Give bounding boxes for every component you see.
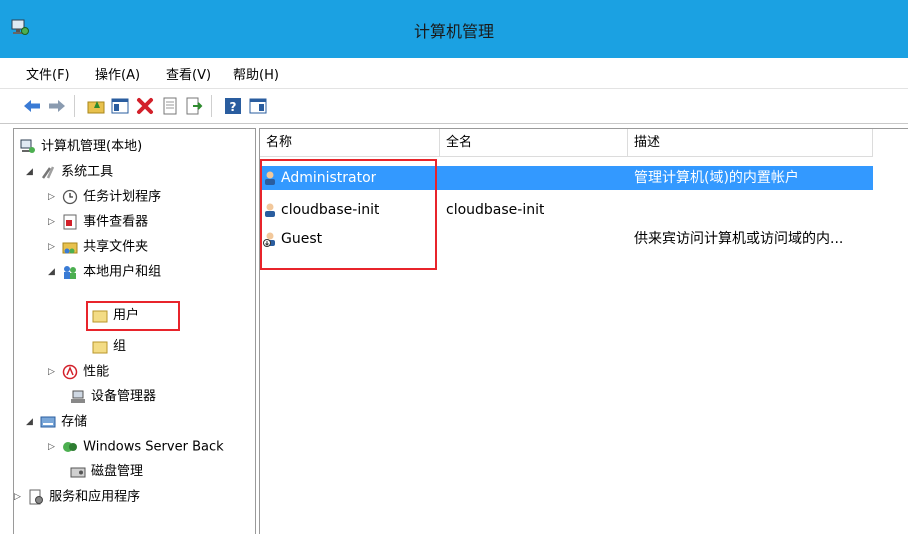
tree-item-system-tools[interactable]: ◢ 系统工具 (26, 161, 113, 183)
properties-icon[interactable] (160, 96, 180, 116)
menu-bar: 文件(F) 操作(A) 查看(V) 帮助(H) (0, 58, 908, 89)
table-row[interactable]: Guest 供来宾访问计算机或访问域的内... (260, 227, 873, 251)
clock-icon (62, 189, 78, 205)
collapse-arrow-icon[interactable]: ◢ (26, 161, 36, 183)
event-log-icon (62, 214, 78, 230)
tree-item-event-viewer[interactable]: ▷ 事件查看器 (48, 211, 148, 233)
help-icon[interactable]: ? (223, 96, 243, 116)
window-title: 计算机管理 (413, 22, 494, 41)
computer-management-icon (20, 139, 36, 155)
menu-help[interactable]: 帮助(H) (233, 64, 279, 83)
tree-item-performance[interactable]: ▷ 性能 (48, 361, 109, 383)
device-manager-icon (70, 389, 86, 405)
menu-file[interactable]: 文件(F) (26, 64, 70, 83)
expand-arrow-icon[interactable]: ▷ (48, 211, 58, 233)
backup-icon (62, 439, 78, 455)
user-full-name: cloudbase-init (446, 202, 545, 218)
tree-item-storage[interactable]: ◢ 存储 (26, 411, 87, 433)
column-header-name[interactable]: 名称 (260, 129, 440, 157)
users-group-icon (62, 264, 78, 280)
user-description: 供来宾访问计算机或访问域的内... (634, 231, 844, 247)
user-list: 名称 全名 描述 Administrator 管理计算机(域)的内置帐户 clo… (259, 128, 908, 534)
collapse-arrow-icon[interactable]: ◢ (26, 411, 36, 433)
back-arrow-icon[interactable] (22, 96, 42, 116)
show-hide-tree-icon[interactable] (110, 96, 130, 116)
disabled-user-icon (262, 231, 278, 247)
menu-action[interactable]: 操作(A) (95, 64, 140, 83)
tree-item-disk-management[interactable]: 磁盘管理 (70, 461, 143, 483)
table-row[interactable]: Administrator 管理计算机(域)的内置帐户 (260, 166, 873, 190)
storage-icon (40, 414, 56, 430)
toolbar: ? (0, 89, 908, 124)
user-icon (262, 170, 278, 186)
user-name: cloudbase-init (281, 202, 380, 218)
tree-item-services-apps[interactable]: ▷ 服务和应用程序 (14, 486, 140, 508)
forward-arrow-icon[interactable] (47, 96, 67, 116)
expand-arrow-icon[interactable]: ▷ (48, 361, 58, 383)
show-hide-action-pane-icon[interactable] (248, 96, 268, 116)
folder-icon (92, 308, 108, 324)
tools-icon (40, 164, 56, 180)
collapse-arrow-icon[interactable]: ◢ (48, 261, 58, 283)
user-description: 管理计算机(域)的内置帐户 (634, 170, 799, 186)
title-bar: 计算机管理 (0, 0, 908, 58)
column-header-full-name[interactable]: 全名 (440, 129, 628, 157)
export-list-icon[interactable] (184, 96, 204, 116)
tree-item-users[interactable]: 用户 (92, 305, 139, 327)
tree-item-task-scheduler[interactable]: ▷ 任务计划程序 (48, 186, 161, 208)
expand-arrow-icon[interactable]: ▷ (48, 236, 58, 258)
up-folder-icon[interactable] (86, 96, 106, 116)
folder-icon (92, 339, 108, 355)
tree-item-root[interactable]: 计算机管理(本地) (20, 136, 142, 158)
expand-arrow-icon[interactable]: ▷ (14, 486, 24, 508)
delete-icon[interactable] (135, 96, 155, 116)
tree-item-device-manager[interactable]: 设备管理器 (70, 386, 156, 408)
user-icon (262, 202, 278, 218)
services-icon (28, 489, 44, 505)
console-tree: 计算机管理(本地) ◢ 系统工具 ▷ 任务计划程序 ▷ 事件查看器 ▷ 共享文件… (13, 128, 256, 534)
table-row[interactable]: cloudbase-init cloudbase-init (260, 198, 873, 222)
user-name: Guest (281, 231, 323, 247)
menu-view[interactable]: 查看(V) (166, 64, 211, 83)
user-name: Administrator (281, 170, 377, 186)
tree-item-shared-folders[interactable]: ▷ 共享文件夹 (48, 236, 148, 258)
expand-arrow-icon[interactable]: ▷ (48, 436, 58, 458)
performance-icon (62, 364, 78, 380)
tree-item-groups[interactable]: 组 (92, 336, 126, 358)
shared-folder-icon (62, 239, 78, 255)
expand-arrow-icon[interactable]: ▷ (48, 186, 58, 208)
tree-item-windows-server-backup[interactable]: ▷ Windows Server Back (48, 436, 224, 458)
svg-text:?: ? (230, 100, 237, 114)
disk-icon (70, 464, 86, 480)
tree-item-local-users-groups[interactable]: ◢ 本地用户和组 (48, 261, 161, 283)
column-header-description[interactable]: 描述 (628, 129, 873, 157)
